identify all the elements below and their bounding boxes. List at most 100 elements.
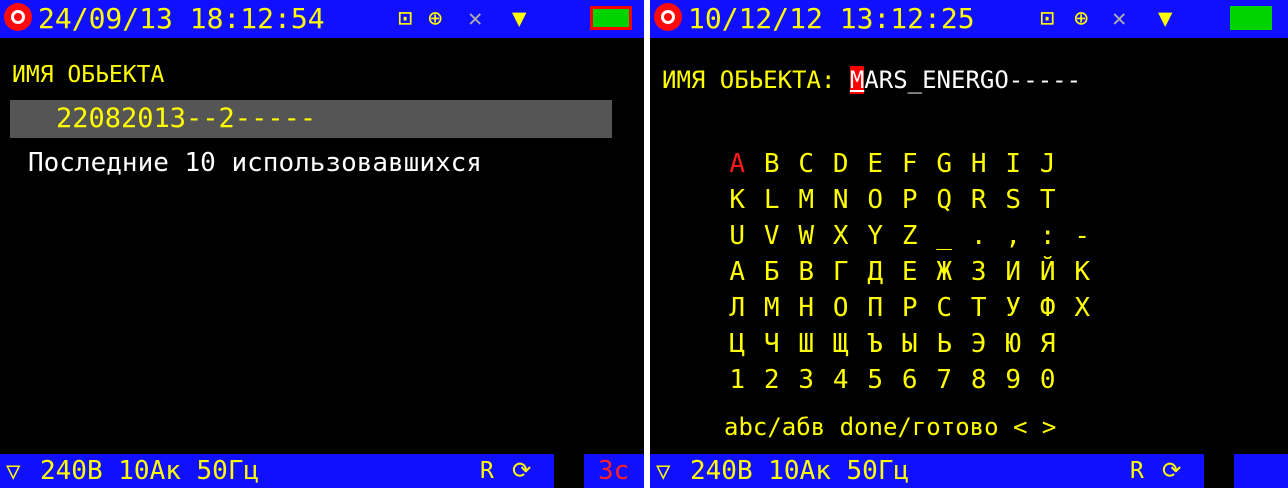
key[interactable]: Э [962, 326, 997, 362]
recent-objects-option[interactable]: Последние 10 использовавшихся [28, 148, 482, 178]
key[interactable]: Ф [1031, 290, 1066, 326]
key[interactable]: O [858, 182, 893, 218]
key[interactable]: 4 [824, 362, 859, 398]
measurement-status: 240В 10Ак 50Гц [40, 456, 260, 486]
key[interactable]: E [858, 146, 893, 182]
key[interactable]: M [789, 182, 824, 218]
key[interactable]: D [824, 146, 859, 182]
key[interactable]: R [962, 182, 997, 218]
field-label: ИМЯ ОБЬЕКТА [12, 62, 165, 88]
key[interactable]: Л [720, 290, 755, 326]
key[interactable]: 0 [1031, 362, 1066, 398]
key[interactable]: Q [927, 182, 962, 218]
key[interactable]: Ш [789, 326, 824, 362]
refresh-icon: ⟳ [1162, 458, 1182, 484]
key[interactable]: 8 [962, 362, 997, 398]
right-screen: 10/12/12 13:12:25 ⊡ ⊕ ✕ ▼ ИМЯ ОБЬЕКТА: M… [650, 0, 1288, 488]
key[interactable]: X [824, 218, 859, 254]
key[interactable]: - [1065, 218, 1100, 254]
selected-object-row[interactable]: 22082013--2----- [10, 100, 612, 138]
key[interactable]: B [755, 146, 790, 182]
key[interactable]: . [962, 218, 997, 254]
key[interactable]: Н [789, 290, 824, 326]
filter-icon: ▽ [6, 457, 21, 485]
key[interactable]: J [1031, 146, 1066, 182]
key[interactable]: 6 [893, 362, 928, 398]
key[interactable]: , [996, 218, 1031, 254]
object-name-field[interactable]: ИМЯ ОБЬЕКТА: MARS_ENERGO----- [662, 66, 1081, 94]
key[interactable]: U [720, 218, 755, 254]
key[interactable]: Ы [893, 326, 928, 362]
key[interactable]: F [893, 146, 928, 182]
edit-cursor: M [849, 66, 865, 94]
key[interactable]: S [996, 182, 1031, 218]
key[interactable]: A [720, 146, 755, 182]
key[interactable]: Щ [824, 326, 859, 362]
key[interactable]: Ж [927, 254, 962, 290]
key[interactable]: N [824, 182, 859, 218]
key[interactable]: 1 [720, 362, 755, 398]
key[interactable]: А [720, 254, 755, 290]
keyboard-row: ЦЧШЩЪЫЬЭЮЯ [720, 326, 1100, 362]
key[interactable]: P [893, 182, 928, 218]
key[interactable]: Х [1065, 290, 1100, 326]
key[interactable]: У [996, 290, 1031, 326]
satellite-icon: ✕ [1112, 4, 1127, 32]
keyboard-row: 1234567890 [720, 362, 1100, 398]
key[interactable]: Е [893, 254, 928, 290]
key[interactable]: Г [824, 254, 859, 290]
key[interactable]: C [789, 146, 824, 182]
key[interactable]: П [858, 290, 893, 326]
key[interactable]: Я [1031, 326, 1066, 362]
satellite-icon: ✕ [468, 4, 483, 32]
key[interactable]: G [927, 146, 962, 182]
key[interactable]: 5 [858, 362, 893, 398]
key[interactable]: : [1031, 218, 1066, 254]
refresh-icon: ⟳ [512, 458, 532, 484]
indicator-box [554, 454, 584, 488]
key[interactable]: Д [858, 254, 893, 290]
key[interactable]: Й [1031, 254, 1066, 290]
key[interactable]: L [755, 182, 790, 218]
key[interactable]: Ч [755, 326, 790, 362]
key[interactable]: 2 [755, 362, 790, 398]
network-icon: ⊡ [398, 4, 413, 32]
keyboard-row: АБВГДЕЖЗИЙК [720, 254, 1100, 290]
key[interactable]: Ц [720, 326, 755, 362]
keyboard-row: ABCDEFGHIJ [720, 146, 1100, 182]
key[interactable]: Y [858, 218, 893, 254]
key[interactable]: К [1065, 254, 1100, 290]
left-screen: 24/09/13 18:12:54 ⊡ ⊕ ✕ ▼ ИМЯ ОБЬЕКТА 22… [0, 0, 644, 488]
keyboard-controls[interactable]: abc/aбв done/готово < > [724, 413, 1056, 441]
key[interactable]: И [996, 254, 1031, 290]
key[interactable]: Z [893, 218, 928, 254]
key[interactable]: Т [962, 290, 997, 326]
key[interactable]: H [962, 146, 997, 182]
key[interactable]: 9 [996, 362, 1031, 398]
key[interactable]: Ь [927, 326, 962, 362]
key[interactable]: Р [893, 290, 928, 326]
key[interactable]: W [789, 218, 824, 254]
key[interactable]: З [962, 254, 997, 290]
key[interactable]: _ [927, 218, 962, 254]
key[interactable]: Ю [996, 326, 1031, 362]
key[interactable]: K [720, 182, 755, 218]
key[interactable]: М [755, 290, 790, 326]
battery-icon [1230, 6, 1272, 30]
filter-icon: ▽ [656, 457, 671, 485]
keyboard-row: U V W X Y Z _.,: - [720, 218, 1100, 254]
key[interactable]: T [1031, 182, 1066, 218]
key[interactable]: Ъ [858, 326, 893, 362]
r-icon: R [480, 458, 494, 484]
key[interactable]: Б [755, 254, 790, 290]
key[interactable]: I [996, 146, 1031, 182]
key[interactable]: 3 [789, 362, 824, 398]
key[interactable]: 7 [927, 362, 962, 398]
timer: 3с [598, 456, 630, 486]
key[interactable]: О [824, 290, 859, 326]
key[interactable]: В [789, 254, 824, 290]
key[interactable]: V [755, 218, 790, 254]
usb-icon: ⊕ [1074, 4, 1089, 32]
key[interactable]: С [927, 290, 962, 326]
field-label: ИМЯ ОБЬЕКТА: [662, 66, 836, 94]
